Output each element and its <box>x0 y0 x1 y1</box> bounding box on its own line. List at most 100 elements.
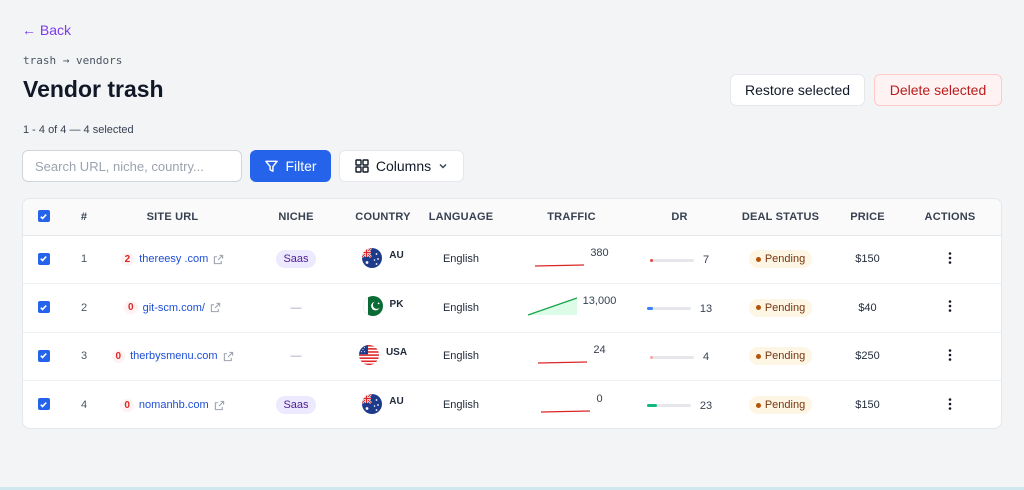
site-url-cell: 0 git-scm.com/ <box>124 301 221 315</box>
restore-selected-button[interactable]: Restore selected <box>730 74 865 106</box>
traffic-cell: 24 <box>537 344 606 366</box>
status-dot <box>755 402 761 408</box>
country-code: USA <box>385 347 408 359</box>
traffic-value: 0 <box>596 392 603 405</box>
dr-bar <box>646 404 691 408</box>
columns-label: Columns <box>375 158 432 174</box>
check-icon <box>40 255 47 262</box>
country-code: AU <box>389 396 404 407</box>
row-actions-button[interactable] <box>948 348 952 364</box>
status-badge: Pending <box>748 250 813 269</box>
row-actions-button[interactable] <box>948 300 952 315</box>
traffic-sparkline <box>535 264 585 267</box>
row-index: 4 <box>80 399 88 411</box>
row-checkbox[interactable] <box>37 349 50 362</box>
check-icon <box>40 401 47 408</box>
dr-bar-fill <box>649 355 653 359</box>
column-header-dr[interactable]: DR <box>636 199 723 236</box>
column-header-deal-status[interactable]: DEAL STATUS <box>723 199 838 236</box>
column-header-price[interactable]: PRICE <box>838 199 897 236</box>
language-cell: English <box>415 332 507 381</box>
price-cell: $250 <box>838 332 897 381</box>
check-icon <box>40 352 47 359</box>
status-label: Pending <box>764 301 806 314</box>
column-header-actions: ACTIONS <box>897 199 1001 236</box>
status-dot <box>755 256 761 262</box>
table-row[interactable]: 1 2 thereesy .com Saas AU English 380 7 … <box>23 235 1001 284</box>
row-actions-button[interactable] <box>948 397 952 413</box>
dr-bar-fill <box>649 258 654 262</box>
external-link-icon[interactable] <box>210 302 221 313</box>
site-count-badge: 0 <box>124 301 138 315</box>
column-header-index: # <box>64 199 104 236</box>
dr-bar <box>649 355 694 359</box>
dr-bar <box>649 258 694 262</box>
row-checkbox[interactable] <box>37 398 50 411</box>
filter-button[interactable]: Filter <box>250 150 331 182</box>
back-link[interactable]: ← Back <box>22 22 71 38</box>
column-header-niche[interactable]: NICHE <box>241 199 351 236</box>
price-cell: $150 <box>855 399 880 411</box>
search-input[interactable] <box>22 150 242 182</box>
dr-value: 7 <box>702 254 710 266</box>
traffic-sparkline <box>541 409 591 413</box>
row-index: 2 <box>64 283 104 333</box>
traffic-cell: 0 <box>540 392 603 415</box>
flag-pk-icon <box>362 296 383 317</box>
country-cell: USA <box>358 344 408 365</box>
dr-cell: 23 <box>646 399 713 412</box>
row-index: 1 <box>64 235 104 284</box>
language-cell: English <box>442 399 480 411</box>
column-header-country[interactable]: COUNTRY <box>351 199 415 236</box>
status-label: Pending <box>764 399 806 411</box>
site-url-link[interactable]: thereesy .com <box>139 253 208 265</box>
column-header-language[interactable]: LANGUAGE <box>415 199 507 236</box>
vendor-table: # SITE URL NICHE COUNTRY LANGUAGE TRAFFI… <box>22 198 1002 429</box>
traffic-cell: 380 <box>534 247 609 269</box>
grid-icon <box>355 159 369 173</box>
country-cell: AU <box>362 393 404 414</box>
dr-bar-fill <box>646 307 653 310</box>
site-count-badge: 0 <box>111 349 126 363</box>
row-checkbox[interactable] <box>37 301 50 313</box>
dr-bar <box>646 307 691 310</box>
row-index: 3 <box>64 332 104 381</box>
dr-cell: 13 <box>646 302 713 315</box>
table-row[interactable]: 4 0 nomanhb.com Saas AU English 0 23 Pen… <box>23 381 1001 429</box>
dr-cell: 4 <box>649 351 710 363</box>
external-link-icon[interactable] <box>213 254 224 265</box>
flag-au-icon <box>362 247 383 268</box>
check-icon <box>40 213 47 220</box>
column-header-traffic[interactable]: TRAFFIC <box>507 199 636 236</box>
filter-icon <box>265 160 279 172</box>
columns-button[interactable]: Columns <box>339 150 464 182</box>
status-badge: Pending <box>748 347 813 366</box>
check-icon <box>40 304 47 311</box>
niche-cell: — <box>241 283 351 333</box>
dr-bar-fill <box>646 404 657 408</box>
niche-cell: Saas <box>241 235 351 284</box>
site-url-cell: 0 therbysmenu.com <box>111 349 234 363</box>
more-vertical-icon <box>948 397 952 410</box>
table-row[interactable]: 3 0 therbysmenu.com — USA English 24 4 P… <box>23 332 1001 381</box>
chevron-down-icon <box>439 164 447 169</box>
table-row[interactable]: 2 0 git-scm.com/ — PK English 13,000 13 … <box>23 283 1001 333</box>
status-dot <box>755 353 761 359</box>
site-url-link[interactable]: git-scm.com/ <box>143 302 205 314</box>
external-link-icon[interactable] <box>214 400 225 411</box>
site-url-link[interactable]: therbysmenu.com <box>130 350 217 362</box>
column-header-site-url[interactable]: SITE URL <box>104 199 241 236</box>
delete-selected-button[interactable]: Delete selected <box>874 74 1002 106</box>
dr-value: 4 <box>702 351 710 363</box>
niche-cell: — <box>241 332 351 381</box>
row-actions-button[interactable] <box>948 251 952 267</box>
country-code: AU <box>389 250 404 262</box>
external-link-icon[interactable] <box>223 351 234 362</box>
page-title: Vendor trash <box>23 76 164 102</box>
site-url-link[interactable]: nomanhb.com <box>139 399 209 411</box>
row-checkbox[interactable] <box>37 252 50 265</box>
dr-value: 13 <box>699 302 713 315</box>
language-cell: English <box>415 235 507 284</box>
select-all-checkbox[interactable] <box>37 210 50 222</box>
dr-value: 23 <box>699 399 713 412</box>
